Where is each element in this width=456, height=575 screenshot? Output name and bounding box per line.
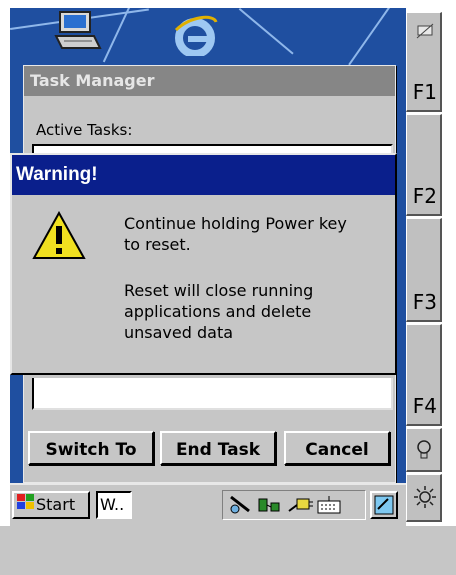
lightbulb-icon bbox=[416, 439, 432, 466]
warning-title: Warning! bbox=[12, 155, 395, 195]
power-plug-icon[interactable] bbox=[287, 495, 313, 519]
taskbar-task-button[interactable]: W.. bbox=[96, 491, 132, 519]
f2-key[interactable]: F2 bbox=[406, 114, 442, 216]
brightness-key[interactable] bbox=[406, 474, 442, 522]
f3-key[interactable]: F3 bbox=[406, 218, 442, 322]
warning-message-line-1: Continue holding Power key bbox=[124, 214, 347, 233]
f4-key-label: F4 bbox=[412, 394, 437, 418]
warning-message-line-3: Reset will close running bbox=[124, 281, 314, 300]
taskbar: Start W.. bbox=[10, 483, 406, 526]
windows-flag-icon bbox=[16, 493, 36, 518]
lightbulb-key[interactable] bbox=[406, 428, 442, 472]
start-label: Start bbox=[36, 495, 76, 514]
active-tasks-label: Active Tasks: bbox=[36, 121, 133, 139]
warning-icon bbox=[32, 210, 86, 265]
task-manager-title: Task Manager bbox=[24, 66, 395, 96]
start-button[interactable]: Start bbox=[12, 491, 90, 519]
scan-icon bbox=[415, 21, 435, 46]
active-tasks-list-lower[interactable] bbox=[32, 378, 393, 410]
f2-key-label: F2 bbox=[412, 184, 437, 208]
sun-icon bbox=[413, 485, 437, 514]
internet-explorer-icon[interactable] bbox=[170, 12, 220, 58]
warning-message-line-4: applications and delete bbox=[124, 302, 312, 321]
stylus-icon[interactable] bbox=[229, 495, 253, 519]
my-device-icon[interactable] bbox=[52, 10, 102, 54]
system-tray bbox=[222, 490, 366, 520]
input-panel-button[interactable] bbox=[370, 491, 398, 519]
desktop-wallpaper-line bbox=[238, 8, 294, 55]
f3-key-label: F3 bbox=[412, 290, 437, 314]
end-task-button[interactable]: End Task bbox=[160, 431, 276, 465]
connection-icon[interactable] bbox=[257, 495, 283, 519]
warning-message-line-2: to reset. bbox=[124, 235, 191, 254]
warning-dialog: Warning! Continue holding Power key to r… bbox=[10, 153, 397, 375]
f1-key[interactable]: F1 bbox=[406, 12, 442, 112]
cancel-button[interactable]: Cancel bbox=[284, 431, 390, 465]
desktop-wallpaper-line bbox=[348, 8, 390, 66]
f4-key[interactable]: F4 bbox=[406, 324, 442, 426]
switch-to-button[interactable]: Switch To bbox=[28, 431, 154, 465]
f1-key-label: F1 bbox=[412, 80, 437, 104]
device-bottom-bezel bbox=[0, 526, 456, 575]
warning-message-line-5: unsaved data bbox=[124, 323, 234, 342]
keyboard-icon[interactable] bbox=[317, 495, 341, 519]
notepad-icon bbox=[372, 495, 396, 521]
